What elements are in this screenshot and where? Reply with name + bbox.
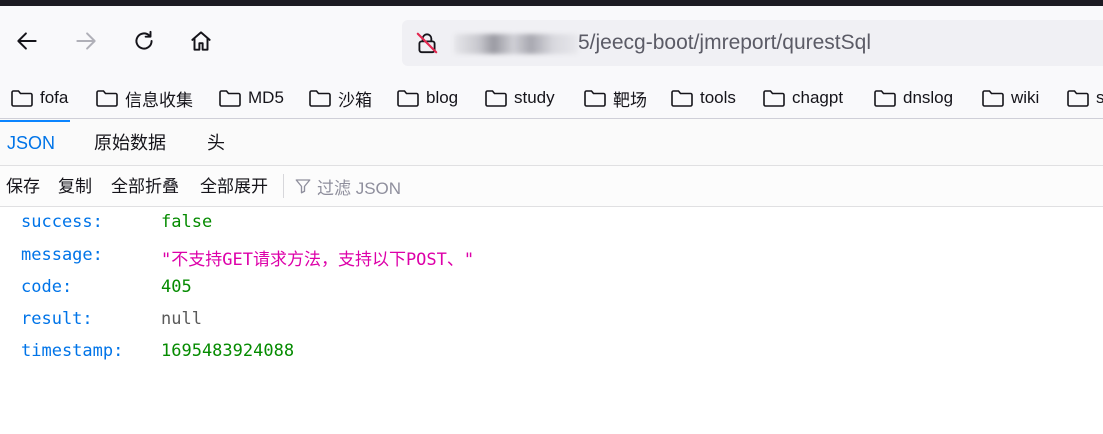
tab-json[interactable]: JSON (7, 119, 55, 165)
tab-headers[interactable]: 头 (207, 119, 225, 165)
bookmark-label: chagpt (792, 88, 844, 107)
folder-icon (309, 90, 331, 107)
bookmark-wiki[interactable]: wiki (981, 86, 1039, 110)
navigation-toolbar: 5/jeecg-boot/jmreport/qurestSql (0, 6, 1103, 78)
folder-icon (763, 90, 785, 107)
bookmark-label: dnslog (903, 88, 954, 107)
bookmark-label: s (1096, 88, 1103, 107)
copy-button[interactable]: 复制 (58, 166, 92, 206)
bookmark-s[interactable]: s (1066, 86, 1103, 110)
json-row-message[interactable]: message: "不支持GET请求方法，支持以下POST、" (0, 240, 1103, 272)
bookmark-label: fofa (40, 88, 69, 107)
json-key: timestamp: (21, 341, 124, 361)
json-value: null (161, 309, 202, 329)
json-value: "不支持GET请求方法，支持以下POST、" (161, 250, 475, 270)
active-tab-indicator (0, 120, 70, 122)
folder-icon (874, 90, 896, 107)
bookmark-dnslog[interactable]: dnslog (873, 86, 953, 110)
forward-arrow-icon (76, 32, 96, 50)
bookmark-label: 沙箱 (338, 90, 372, 110)
json-viewer-tabs: JSON 原始数据 头 (0, 119, 1103, 166)
save-button[interactable]: 保存 (6, 166, 40, 206)
url-text[interactable]: 5/jeecg-boot/jmreport/qurestSql (578, 31, 871, 55)
json-row-result[interactable]: result: null (0, 304, 1103, 336)
collapse-all-button[interactable]: 全部折叠 (111, 166, 179, 206)
json-key: code: (21, 277, 73, 297)
json-key: result: (21, 309, 93, 329)
folder-icon (485, 90, 507, 107)
folder-icon (1067, 90, 1089, 107)
folder-icon (96, 90, 118, 107)
filter-placeholder: 过滤 JSON (317, 178, 402, 198)
redacted-host (454, 34, 578, 54)
bookmark-label: wiki (1011, 88, 1040, 107)
forward-button[interactable] (71, 26, 101, 56)
expand-all-button[interactable]: 全部展开 (200, 166, 268, 206)
bookmark-tools[interactable]: tools (670, 86, 736, 110)
bookmark-label: tools (700, 88, 736, 107)
json-key: message: (21, 245, 103, 265)
back-arrow-icon (17, 32, 37, 50)
bookmark-info-gathering[interactable]: 信息收集 (95, 86, 193, 110)
bookmark-md5[interactable]: MD5 (218, 86, 284, 110)
toolbar-separator (283, 174, 284, 198)
home-icon (191, 31, 211, 51)
bookmark-sandbox[interactable]: 沙箱 (308, 86, 372, 110)
folder-icon (584, 90, 606, 107)
bookmark-study[interactable]: study (484, 86, 555, 110)
json-row-success[interactable]: success: false (0, 207, 1103, 239)
back-button[interactable] (12, 26, 42, 56)
tab-raw-data[interactable]: 原始数据 (94, 119, 166, 165)
bookmark-fofa[interactable]: fofa (10, 86, 68, 110)
folder-icon (671, 90, 693, 107)
folder-icon (982, 90, 1004, 107)
json-row-timestamp[interactable]: timestamp: 1695483924088 (0, 336, 1103, 368)
reload-button[interactable] (129, 26, 159, 56)
folder-icon (11, 90, 33, 107)
json-key: success: (21, 212, 103, 232)
json-toolbar: 保存 复制 全部折叠 全部展开 过滤 JSON (0, 166, 1103, 207)
bookmark-range[interactable]: 靶场 (583, 86, 647, 110)
bookmark-label: blog (426, 88, 459, 107)
bookmarks-toolbar: fofa 信息收集 MD5 沙箱 blog study 靶场 tools cha… (0, 78, 1103, 118)
folder-icon (219, 90, 241, 107)
bookmark-label: 靶场 (613, 90, 647, 110)
home-button[interactable] (186, 26, 216, 56)
bookmark-label: 信息收集 (125, 90, 193, 110)
json-row-code[interactable]: code: 405 (0, 272, 1103, 304)
bookmark-label: MD5 (248, 88, 284, 107)
insecure-lock-icon[interactable] (414, 30, 440, 56)
url-bar[interactable]: 5/jeecg-boot/jmreport/qurestSql (402, 20, 1103, 66)
folder-icon (397, 90, 419, 107)
bookmark-chagpt[interactable]: chagpt (762, 86, 843, 110)
bookmark-label: study (514, 88, 555, 107)
bookmark-blog[interactable]: blog (396, 86, 458, 110)
filter-icon (295, 179, 311, 194)
json-value: false (161, 212, 213, 232)
json-value: 1695483924088 (161, 341, 295, 361)
reload-icon (135, 30, 153, 50)
json-value: 405 (161, 277, 192, 297)
filter-json-input[interactable]: 过滤 JSON (294, 166, 401, 206)
